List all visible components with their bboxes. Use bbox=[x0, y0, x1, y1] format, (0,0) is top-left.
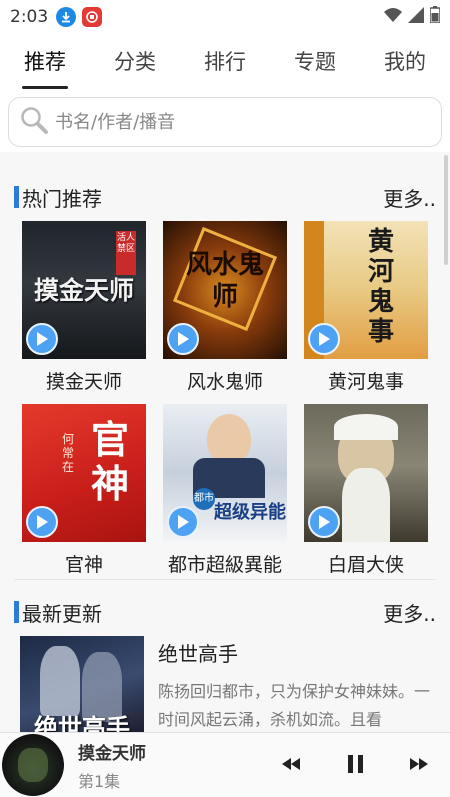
play-icon[interactable] bbox=[26, 506, 58, 538]
section-divider bbox=[14, 579, 436, 580]
fast-forward-icon[interactable] bbox=[408, 753, 430, 779]
book-card[interactable]: 活人禁区 摸金天师 摸金天师 bbox=[22, 221, 146, 394]
player-episode: 第1集 bbox=[78, 771, 121, 791]
pause-icon[interactable] bbox=[345, 753, 367, 779]
update-title: 绝世高手 bbox=[158, 642, 238, 666]
cover-title: 黄河鬼事 bbox=[367, 227, 394, 347]
cover-figure bbox=[207, 414, 251, 464]
cover-title: 超级异能 bbox=[214, 502, 286, 523]
book-card[interactable]: 都市 超级异能 都市超級異能 bbox=[163, 404, 287, 577]
player-album-art[interactable] bbox=[2, 734, 64, 796]
cover-label: 活人禁区 bbox=[116, 231, 136, 275]
update-cover: 绝世高手 bbox=[20, 636, 144, 736]
cover-badge: 都市 bbox=[193, 488, 215, 510]
book-card[interactable]: 黄河鬼事 黄河鬼事 bbox=[304, 221, 428, 394]
rewind-icon[interactable] bbox=[280, 753, 302, 779]
album-art-figure bbox=[18, 748, 48, 782]
book-title: 白眉大侠 bbox=[327, 554, 404, 576]
book-card[interactable]: 白眉大侠 bbox=[304, 404, 428, 577]
cover-title: 风水鬼师 bbox=[185, 250, 264, 312]
update-list-item[interactable]: 绝世高手 绝世高手 陈扬回归都市，只为保护女神妹妹。一时间风起云涌，杀机如流。且… bbox=[20, 636, 440, 736]
tab-bar: 推荐 分类 排行 专题 我的 bbox=[0, 33, 450, 89]
play-icon[interactable] bbox=[26, 323, 58, 355]
play-icon[interactable] bbox=[167, 323, 199, 355]
search-icon bbox=[19, 105, 49, 139]
book-cover: 活人禁区 摸金天师 bbox=[22, 221, 146, 359]
section-accent-bar bbox=[14, 601, 19, 623]
section-accent-bar bbox=[14, 186, 19, 208]
player-title: 摸金天师 bbox=[78, 743, 146, 764]
wifi-icon bbox=[384, 7, 402, 27]
book-title: 风水鬼师 bbox=[186, 371, 263, 393]
search-bar[interactable] bbox=[8, 97, 442, 147]
play-icon[interactable] bbox=[167, 506, 199, 538]
tab-recommend[interactable]: 推荐 bbox=[0, 33, 90, 89]
book-cover bbox=[304, 404, 428, 542]
cover-title: 摸金天师 bbox=[33, 276, 134, 305]
player-info: 摸金天师 第1集 bbox=[78, 739, 146, 792]
update-description: 陈扬回归都市，只为保护女神妹妹。一时间风起云涌，杀机如流。且看 bbox=[158, 682, 431, 729]
book-card[interactable]: 官神 何常在 官神 bbox=[22, 404, 146, 577]
tab-topics[interactable]: 专题 bbox=[270, 33, 360, 89]
hot-more-link[interactable]: 更多.. bbox=[383, 183, 436, 212]
book-card[interactable]: 风水鬼师 风水鬼师 bbox=[163, 221, 287, 394]
app-notification-icon bbox=[82, 6, 103, 27]
cover-figure bbox=[40, 646, 80, 716]
book-title: 黄河鬼事 bbox=[327, 371, 404, 393]
mini-player[interactable]: 摸金天师 第1集 bbox=[0, 732, 450, 797]
status-time: 2:03 bbox=[10, 6, 49, 27]
book-cover: 风水鬼师 bbox=[163, 221, 287, 359]
play-icon[interactable] bbox=[308, 506, 340, 538]
signal-icon bbox=[408, 6, 424, 27]
tab-category[interactable]: 分类 bbox=[90, 33, 180, 89]
tab-mine[interactable]: 我的 bbox=[360, 33, 450, 89]
cover-author: 何常在 bbox=[62, 432, 75, 474]
cover-beard bbox=[342, 468, 390, 542]
download-icon bbox=[56, 6, 77, 27]
book-cover: 官神 何常在 bbox=[22, 404, 146, 542]
cover-hair bbox=[334, 414, 398, 440]
book-cover: 都市 超级异能 bbox=[163, 404, 287, 542]
scrollbar[interactable] bbox=[444, 155, 448, 265]
book-cover: 黄河鬼事 bbox=[304, 221, 428, 359]
tab-ranking[interactable]: 排行 bbox=[180, 33, 270, 89]
search-input[interactable] bbox=[55, 111, 415, 133]
hot-section-title: 热门推荐 bbox=[22, 186, 102, 211]
latest-section-title: 最新更新 bbox=[22, 601, 102, 626]
cover-title: 官神 bbox=[90, 417, 129, 506]
latest-more-link[interactable]: 更多.. bbox=[383, 598, 436, 627]
play-icon[interactable] bbox=[308, 323, 340, 355]
status-bar: 2:03 bbox=[0, 0, 450, 33]
hot-section-header: 热门推荐 更多.. bbox=[14, 182, 436, 212]
book-title: 摸金天师 bbox=[45, 371, 122, 393]
battery-icon bbox=[429, 6, 441, 27]
book-title: 官神 bbox=[64, 554, 103, 576]
book-title: 都市超級異能 bbox=[167, 554, 282, 576]
latest-section-header: 最新更新 更多.. bbox=[14, 597, 436, 627]
